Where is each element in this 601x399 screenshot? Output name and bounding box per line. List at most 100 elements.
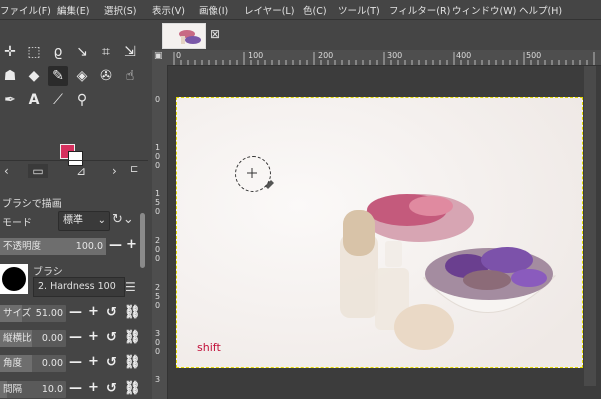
- color-picker-icon[interactable]: ⟋: [48, 90, 68, 110]
- opacity-slider[interactable]: 不透明度 100.0: [0, 238, 106, 255]
- size-slider[interactable]: サイズ 51.00: [0, 305, 66, 322]
- mode-label: モード: [2, 218, 32, 229]
- ruler-v-label: 5: [155, 198, 161, 207]
- ruler-h-label-500: 500: [526, 51, 542, 60]
- brush-label: ブラシ: [33, 267, 63, 278]
- zoom-icon[interactable]: ⚲: [72, 90, 92, 110]
- chevron-left-icon[interactable]: ‹: [4, 164, 9, 178]
- ruler-v-label: 0: [155, 254, 161, 263]
- angle-slider[interactable]: 角度 0.00: [0, 355, 66, 372]
- brush-edit-icon[interactable]: ☰: [125, 280, 136, 294]
- ratio-reset-icon[interactable]: ↺: [106, 330, 117, 345]
- thumbnail-image-icon: [179, 30, 201, 44]
- paintbrush-icon[interactable]: ✎: [48, 66, 68, 86]
- close-tab-icon[interactable]: ⊠: [210, 27, 220, 41]
- menu-windows[interactable]: ウィンドウ(W): [452, 3, 516, 17]
- angle-link-icon[interactable]: ⛓: [124, 355, 141, 370]
- ruler-h-label-400: 400: [456, 51, 472, 60]
- ruler-v-label: 3: [155, 375, 161, 384]
- quick-mask-icon[interactable]: ▣: [154, 51, 163, 61]
- menu-image[interactable]: 画像(I): [199, 3, 228, 17]
- spacing-plus-button[interactable]: +: [88, 380, 99, 395]
- vertical-ruler[interactable]: 0 1 0 0 1 5 0 2 0 0 2 5 0 3 0 0 3: [152, 65, 168, 399]
- menu-help[interactable]: ヘルプ(H): [519, 3, 562, 17]
- size-link-icon[interactable]: ⛓: [124, 305, 141, 320]
- ruler-v-label: 1: [155, 143, 161, 152]
- brush-name-field[interactable]: 2. Hardness 100: [33, 277, 125, 297]
- warp-icon[interactable]: ☗: [0, 66, 20, 86]
- brush-preview[interactable]: [0, 264, 28, 294]
- menu-view[interactable]: 表示(V): [152, 3, 185, 17]
- ruler-v-label: 0: [155, 207, 161, 216]
- image-tab-thumbnail[interactable]: [162, 23, 206, 49]
- image-tabs-bar: ⊠: [152, 20, 601, 50]
- shift-key-indicator: shift: [197, 341, 221, 354]
- size-reset-icon[interactable]: ↺: [106, 305, 117, 320]
- menu-file[interactable]: ファイル(F): [0, 3, 51, 17]
- menu-tools[interactable]: ツール(T): [338, 3, 380, 17]
- chevron-down-icon: ⌄: [97, 215, 106, 226]
- menu-filters[interactable]: フィルター(R): [389, 3, 450, 17]
- fuzzy-select-icon[interactable]: ↘: [72, 42, 92, 62]
- ruler-v-label: 0: [155, 152, 161, 161]
- tool-options-tab-icon[interactable]: ▭: [28, 164, 48, 178]
- ruler-v-label: 2: [155, 236, 161, 245]
- size-plus-button[interactable]: +: [88, 304, 99, 319]
- lasso-icon[interactable]: ϱ: [48, 42, 68, 62]
- move-tool-icon[interactable]: ✛: [0, 42, 20, 62]
- ruler-v-label: 0: [155, 161, 161, 170]
- image-canvas[interactable]: shift: [176, 97, 583, 368]
- size-value: 51.00: [35, 308, 63, 319]
- panel-menu-icon[interactable]: ⊏: [130, 164, 138, 175]
- crop-icon[interactable]: ⌗: [96, 42, 116, 62]
- rect-select-icon[interactable]: ⬚: [24, 42, 44, 62]
- clone-icon[interactable]: ✇: [96, 66, 116, 86]
- angle-reset-icon[interactable]: ↺: [106, 355, 117, 370]
- mode-dropdown[interactable]: 標準 ⌄: [58, 211, 110, 231]
- ratio-plus-button[interactable]: +: [88, 329, 99, 344]
- ruler-h-label-100: 100: [248, 51, 264, 60]
- spacing-minus-button[interactable]: —: [69, 381, 82, 396]
- angle-minus-button[interactable]: —: [69, 355, 82, 370]
- ruler-v-label: 0: [155, 301, 161, 310]
- brush-cursor-outline: [235, 156, 271, 192]
- angle-value: 0.00: [41, 358, 63, 369]
- spacing-slider[interactable]: 間隔 10.0: [0, 381, 66, 398]
- menu-edit[interactable]: 編集(E): [57, 3, 89, 17]
- ratio-link-icon[interactable]: ⛓: [124, 330, 141, 345]
- path-icon[interactable]: ✒: [0, 90, 20, 110]
- menu-select[interactable]: 選択(S): [104, 3, 136, 17]
- menu-layer[interactable]: レイヤー(L): [244, 3, 294, 17]
- ruler-v-label: 0: [155, 245, 161, 254]
- reset-mode-icon[interactable]: ↻⌄: [112, 212, 134, 227]
- ruler-v-label: 0: [155, 338, 161, 347]
- ratio-minus-button[interactable]: —: [69, 330, 82, 345]
- aspect-ratio-value: 0.00: [41, 333, 63, 344]
- transform-icon[interactable]: ⇲: [120, 42, 140, 62]
- device-status-tab-icon[interactable]: ⊿: [76, 164, 86, 178]
- text-tool-icon[interactable]: A: [24, 90, 44, 110]
- angle-plus-button[interactable]: +: [88, 354, 99, 369]
- ruler-v-label: 2: [155, 283, 161, 292]
- spacing-link-icon[interactable]: ⛓: [124, 381, 141, 396]
- angle-label: 角度: [3, 358, 23, 369]
- ruler-v-label: 5: [155, 292, 161, 301]
- vertical-scrollbar[interactable]: [584, 66, 596, 386]
- opacity-value: 100.0: [75, 241, 103, 252]
- tool-options-scrollbar[interactable]: [140, 213, 145, 268]
- brush-shape-icon: [2, 267, 26, 291]
- opacity-minus-button[interactable]: —: [109, 238, 122, 253]
- horizontal-ruler[interactable]: 0 100 200 300 400 500: [152, 50, 601, 66]
- opacity-plus-button[interactable]: +: [126, 237, 137, 252]
- smudge-icon[interactable]: ☝: [120, 66, 140, 86]
- aspect-ratio-slider[interactable]: 縦横比 0.00: [0, 330, 66, 347]
- mode-value: 標準: [63, 215, 83, 226]
- spacing-reset-icon[interactable]: ↺: [106, 381, 117, 396]
- tool-options-title: ブラシで描画: [2, 199, 62, 210]
- photo-content: [177, 98, 582, 367]
- menu-color[interactable]: 色(C): [303, 3, 327, 17]
- chevron-right-icon[interactable]: ›: [112, 164, 117, 178]
- bucket-fill-icon[interactable]: ◆: [24, 66, 44, 86]
- eraser-icon[interactable]: ◈: [72, 66, 92, 86]
- size-minus-button[interactable]: —: [69, 305, 82, 320]
